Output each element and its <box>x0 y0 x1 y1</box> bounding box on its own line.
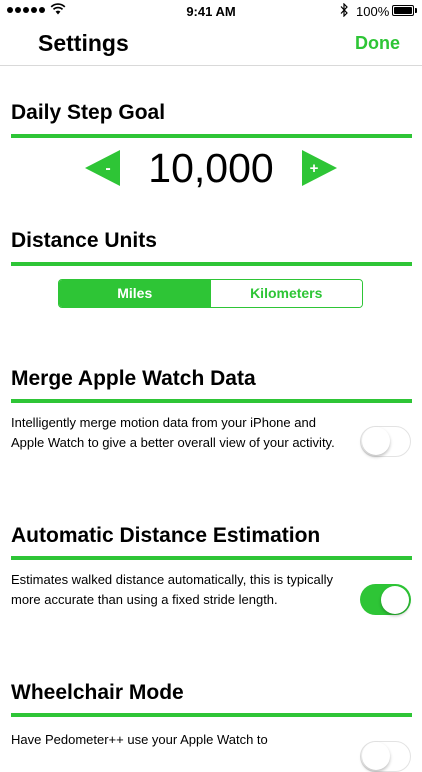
auto-distance-toggle[interactable] <box>360 584 411 615</box>
step-goal-heading: Daily Step Goal <box>11 101 166 124</box>
segment-kilometers[interactable]: Kilometers <box>210 280 362 307</box>
section-divider <box>11 262 412 266</box>
bluetooth-icon <box>340 3 348 17</box>
merge-watch-description: Intelligently merge motion data from you… <box>11 415 335 450</box>
toggle-knob <box>362 427 390 455</box>
section-divider <box>11 399 412 403</box>
auto-distance-heading: Automatic Distance Estimation <box>11 524 321 547</box>
battery-icon <box>392 5 417 16</box>
toggle-knob <box>381 585 409 614</box>
distance-units-segmented-control: Miles Kilometers <box>58 279 363 308</box>
wheelchair-heading: Wheelchair Mode <box>11 681 184 704</box>
done-button[interactable]: Done <box>355 33 400 54</box>
status-bar: 9:41 AM 100% <box>0 0 422 22</box>
toggle-knob <box>362 742 390 770</box>
battery-percent: 100% <box>356 4 390 19</box>
plus-symbol: + <box>310 160 319 177</box>
increase-step-goal-button[interactable]: + <box>302 150 337 186</box>
step-goal-stepper: - 10,000 + <box>0 146 422 190</box>
distance-units-heading: Distance Units <box>11 229 157 252</box>
wheelchair-description: Have Pedometer++ use your Apple Watch to <box>11 732 268 747</box>
merge-watch-heading: Merge Apple Watch Data <box>11 367 256 390</box>
section-divider <box>11 556 412 560</box>
step-goal-value: 10,000 <box>148 145 274 191</box>
section-divider <box>11 713 412 717</box>
segment-miles[interactable]: Miles <box>59 280 211 307</box>
navigation-bar: Settings Done <box>0 22 422 66</box>
wheelchair-toggle[interactable] <box>360 741 411 772</box>
merge-watch-toggle[interactable] <box>360 426 411 457</box>
right-arrow-icon: + <box>302 150 337 186</box>
page-title: Settings <box>38 30 129 56</box>
auto-distance-description: Estimates walked distance automatically,… <box>11 572 333 607</box>
section-divider <box>11 134 412 138</box>
